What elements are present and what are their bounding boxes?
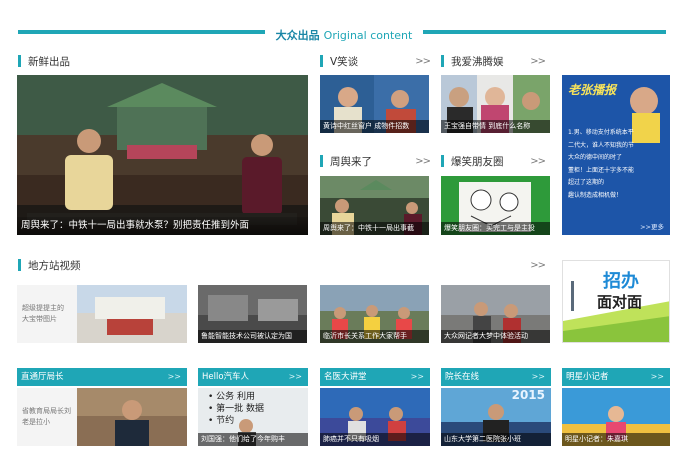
main-video-image	[17, 75, 308, 235]
section-header-fresh: 新鲜出品	[18, 54, 70, 68]
thumb-caption: 临沂市长关系工作大家帮手	[320, 330, 429, 343]
main-video[interactable]: 周舆来了：中铁十一局出事就水泵？别把责任推到外面	[17, 75, 308, 235]
local-item-4[interactable]: 大众网记者大梦中体验活动	[441, 285, 550, 343]
more-link[interactable]: >>	[168, 368, 187, 386]
bottom-side-text: 省教育局局长刘老是拉小	[22, 407, 71, 426]
bottom-header-3[interactable]: 名医大讲堂 >>	[320, 368, 430, 386]
bottom-item-1[interactable]: 省教育局局长刘老是拉小	[17, 388, 187, 446]
more-link[interactable]: >>	[411, 368, 430, 386]
section-header-zhouyu[interactable]: 周舆来了 >>	[320, 154, 431, 168]
header-label: 院长在线	[445, 372, 480, 382]
thumb-caption: 刘国强：他们给了今年购丰	[198, 433, 308, 446]
thumb-caption: 肺癌并不只有吸烟	[320, 433, 430, 446]
title-en: Original content	[323, 29, 413, 42]
section-header-woai[interactable]: 我爱沸腾娱 >>	[441, 54, 546, 68]
header-label: 直通厅局长	[21, 372, 64, 382]
thumb-vxiaotan[interactable]: 黄诗中红丝窗户 成物件招数	[320, 75, 429, 133]
more-link[interactable]: >>	[530, 156, 546, 167]
poster-lines: 1.男、移动支付系统本平 二代大，谁人不知我的节 大众的德中间的时了 董柜！上面…	[568, 127, 664, 202]
poster-title: 老张播报	[568, 83, 617, 97]
section-header-baoxiao[interactable]: 爆笑朋友圈 >>	[441, 154, 546, 168]
poster-line: 二代大，谁人不知我的节	[568, 141, 635, 149]
thumb-caption: 山东大学第二医院张小班	[441, 433, 551, 446]
section-title: 大众出品 Original content	[265, 24, 423, 42]
section-header-vxiaotan[interactable]: V笑谈 >>	[320, 54, 431, 68]
bottom-item-5[interactable]: 明星小记者：朱嘉琪	[562, 388, 670, 446]
thumb-caption: 鲁能智能技术公司被认定为国	[198, 330, 307, 343]
poster-more-link[interactable]: >>更多	[640, 221, 664, 231]
thumb-image	[77, 388, 187, 446]
bottom-item-4[interactable]: 2015 山东大学第二医院张小班	[441, 388, 551, 446]
more-link[interactable]: >>	[415, 156, 431, 167]
whiteboard-line: • 第一批 数据	[208, 404, 265, 414]
bottom-header-1[interactable]: 直通厅局长 >>	[17, 368, 187, 386]
header-label: 明星小记者	[566, 372, 609, 382]
whiteboard-line: • 公务 利用	[208, 392, 256, 402]
section-label: 地方站视频	[28, 259, 81, 272]
thumb-baoxiao[interactable]: 爆笑朋友圈：买完工与是主投	[441, 176, 550, 235]
section-label: 我爱沸腾娱	[451, 55, 504, 68]
poster-line: 董柜！上面还十字多不能	[568, 166, 635, 174]
more-link[interactable]: >>	[530, 260, 546, 271]
bottom-header-4[interactable]: 院长在线 >>	[441, 368, 551, 386]
title-cn: 大众出品	[275, 29, 320, 42]
poster-line: 1.男、移动支付系统本平	[568, 129, 634, 136]
video-caption: 周舆来了：中铁十一局出事就水泵？别把责任推到外面	[17, 217, 308, 235]
banner-line1: 招办	[603, 271, 639, 292]
bottom-header-5[interactable]: 明星小记者 >>	[562, 368, 670, 386]
thumb-woai[interactable]: 王宝强自带情 到底什么名称	[441, 75, 550, 133]
whiteboard-text: • 公务 利用 • 第一批 数据 • 节约	[208, 391, 264, 427]
thumb-caption: 周舆来了：中铁十一局出事截	[320, 222, 429, 235]
poster-line: 超过了这期的	[568, 179, 605, 186]
poster-laozhang[interactable]: 老张播报 1.男、移动支付系统本平 二代大，谁人不知我的节 大众的德中间的时了 …	[562, 75, 670, 235]
more-link[interactable]: >>	[415, 56, 431, 67]
banner-line2: 面对面	[597, 293, 643, 311]
more-link[interactable]: >>	[530, 56, 546, 67]
thumb-caption: 大众网记者大梦中体验活动	[441, 330, 550, 343]
bottom-item-2[interactable]: • 公务 利用 • 第一批 数据 • 节约 刘国强：他们给了今年购丰	[198, 388, 308, 446]
thumb-caption: 明星小记者：朱嘉琪	[562, 433, 670, 446]
thumb-caption: 黄诗中红丝窗户 成物件招数	[320, 120, 429, 133]
section-label: 周舆来了	[330, 155, 372, 168]
year-text: 2015	[511, 388, 545, 402]
poster-line: 趣认制造成相机做！	[568, 191, 623, 199]
thumb-zhouyu[interactable]: 周舆来了：中铁十一局出事截	[320, 176, 429, 235]
thumb-image	[77, 285, 187, 343]
whiteboard-line: • 节约	[208, 416, 235, 426]
more-link[interactable]: >>	[289, 368, 308, 386]
local-item-3[interactable]: 临沂市长关系工作大家帮手	[320, 285, 429, 343]
local-item-2[interactable]: 鲁能智能技术公司被认定为国	[198, 285, 307, 343]
local-side-text: 超级提提主的大宝带图片	[22, 304, 64, 323]
zhaoban-banner[interactable]: 招办 面对面	[562, 260, 670, 343]
bottom-header-2[interactable]: Hello汽车人 >>	[198, 368, 308, 386]
section-header-difang[interactable]: 地方站视频 >>	[18, 258, 546, 272]
more-link[interactable]: >>	[651, 368, 670, 386]
thumb-caption: 爆笑朋友圈：买完工与是主投	[441, 222, 550, 235]
section-label: 新鲜出品	[28, 55, 70, 68]
poster-line: 大众的德中间的时了	[568, 154, 623, 161]
bottom-item-3[interactable]: 肺癌并不只有吸烟	[320, 388, 430, 446]
section-label: V笑谈	[330, 55, 359, 68]
thumb-caption: 王宝强自带情 到底什么名称	[441, 120, 550, 133]
section-label: 爆笑朋友圈	[451, 155, 504, 168]
more-link[interactable]: >>	[532, 368, 551, 386]
header-label: Hello汽车人	[202, 372, 250, 382]
local-item-1[interactable]: 超级提提主的大宝带图片	[17, 285, 187, 343]
header-label: 名医大讲堂	[324, 372, 367, 382]
